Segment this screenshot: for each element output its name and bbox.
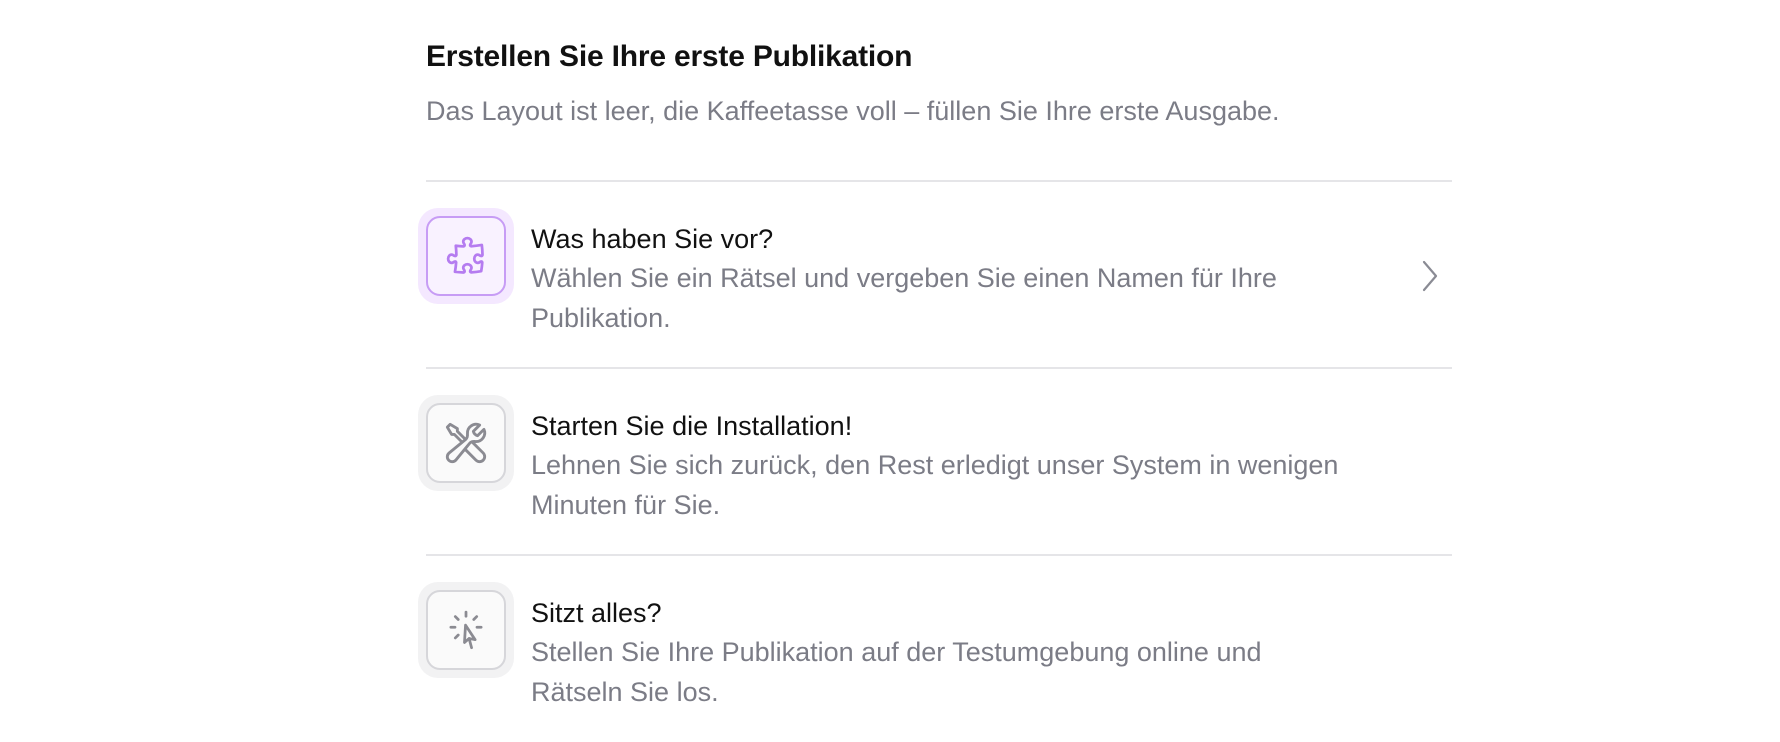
tools-icon: [445, 422, 487, 464]
step-title: Sitzt alles?: [531, 598, 662, 628]
cursor-click-icon: [449, 610, 483, 650]
step-description: Lehnen Sie sich zurück, den Rest erledig…: [531, 450, 1339, 520]
chevron-right-icon[interactable]: [1418, 258, 1442, 294]
step-title: Starten Sie die Installation!: [531, 411, 853, 441]
step-icon-badge: [418, 582, 514, 678]
divider: [426, 367, 1452, 369]
step-description: Stellen Sie Ihre Publikation auf der Tes…: [531, 637, 1262, 707]
step-icon-badge: [418, 395, 514, 491]
step-start-installation: Starten Sie die Installation! Lehnen Sie…: [418, 395, 1452, 555]
page-subtitle: Das Layout ist leer, die Kaffeetasse vol…: [426, 96, 1280, 126]
puzzle-icon: [446, 236, 484, 274]
step-go-live: Sitzt alles? Stellen Sie Ihre Publikatio…: [418, 582, 1452, 742]
step-icon-badge: [418, 208, 514, 304]
step-choose-puzzle[interactable]: Was haben Sie vor? Wählen Sie ein Rätsel…: [418, 208, 1452, 368]
divider: [426, 180, 1452, 182]
page-title: Erstellen Sie Ihre erste Publikation: [426, 40, 913, 73]
step-title: Was haben Sie vor?: [531, 224, 774, 254]
divider: [426, 554, 1452, 556]
step-description: Wählen Sie ein Rätsel und vergeben Sie e…: [531, 263, 1277, 333]
